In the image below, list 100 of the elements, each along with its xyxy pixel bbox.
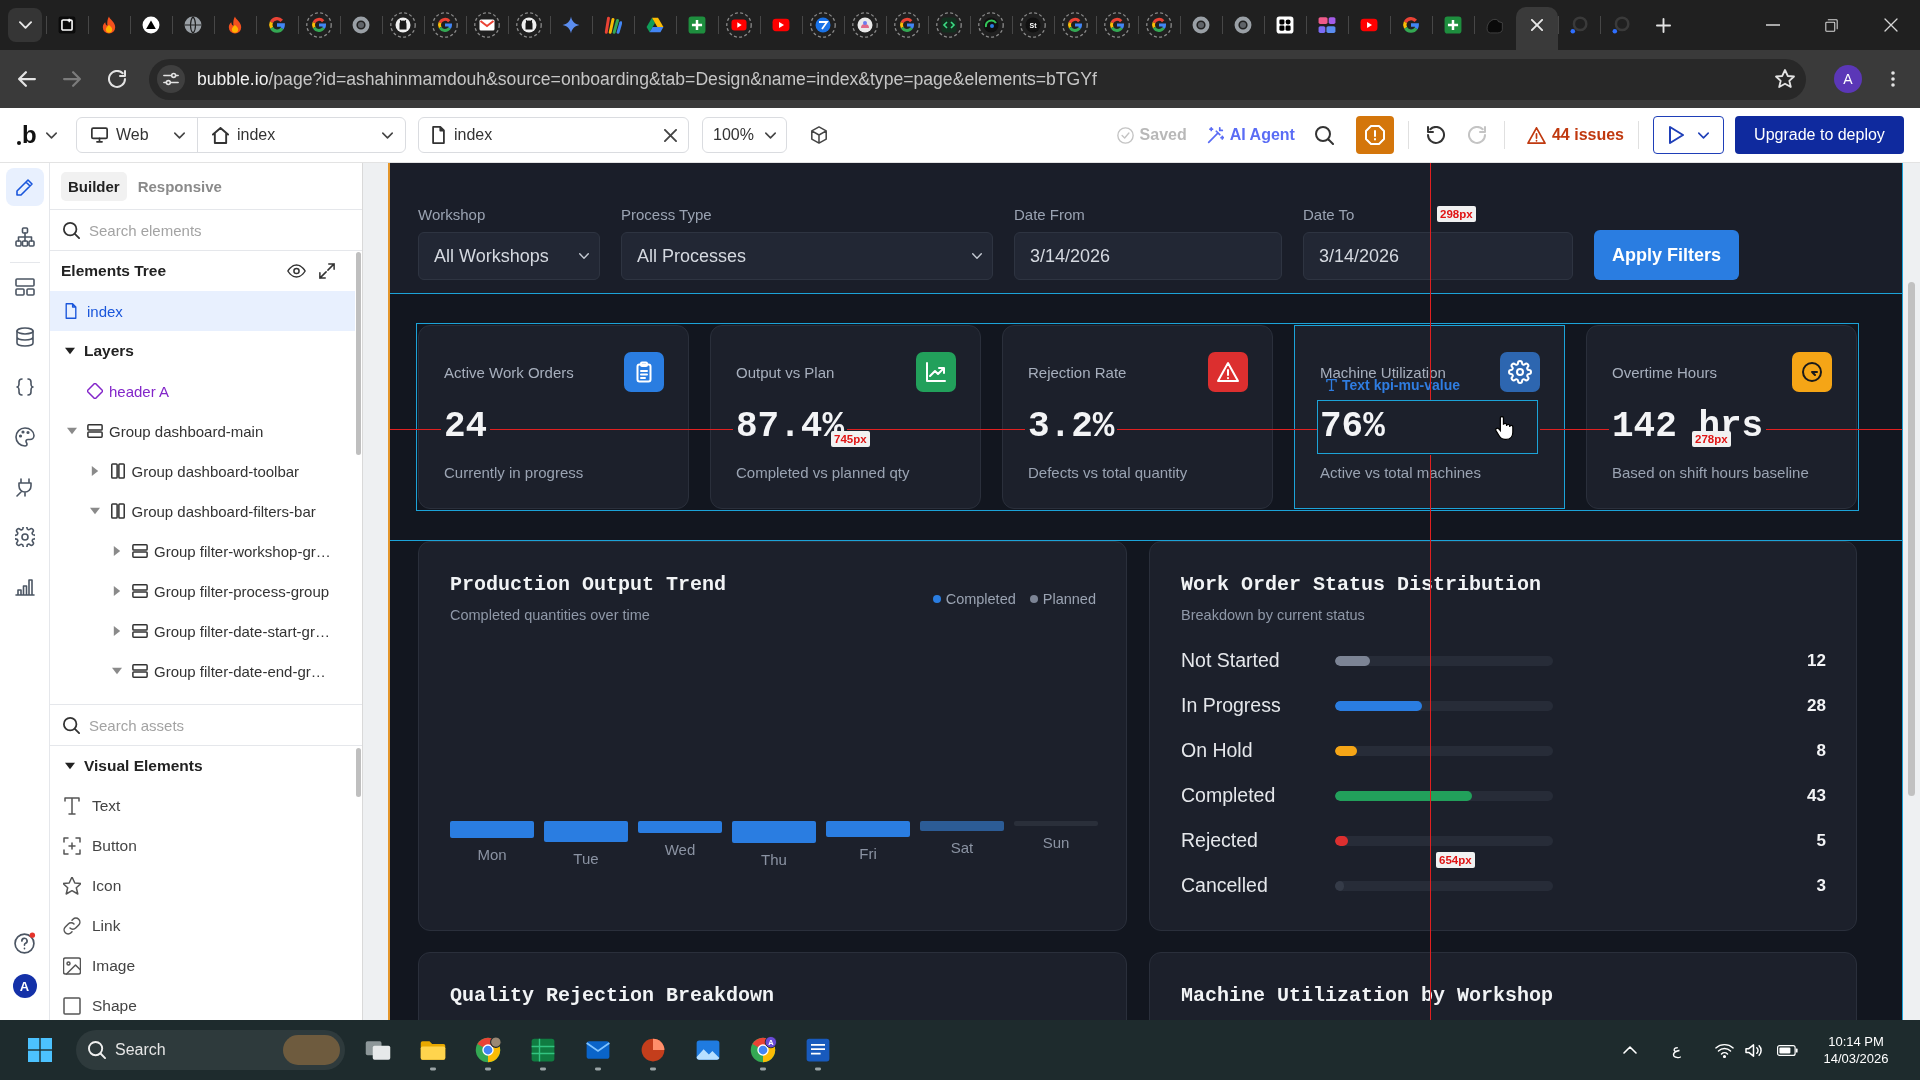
page-dropdown[interactable]: index [197,118,405,152]
rows-icon [132,623,148,639]
tree-item[interactable]: Group filter-date-start-gr… [50,611,355,651]
file-icon [431,126,446,144]
expand-icon[interactable] [319,263,335,279]
chevron-down-icon [765,131,776,139]
rows-icon [132,663,148,679]
close-icon [1883,18,1898,32]
palette-icon [14,427,35,447]
issues-button[interactable]: 44 issues [1526,126,1624,144]
asset-item[interactable]: Link [50,906,362,946]
site-info-button[interactable] [157,65,185,93]
status-count: 3 [1816,875,1826,896]
date-field[interactable]: 3/14/2026 [1303,232,1573,280]
dropdown[interactable]: All Workshops [418,232,600,280]
status-count: 28 [1807,695,1826,716]
speaker-icon[interactable] [1745,1042,1762,1058]
caret-icon[interactable] [65,761,75,771]
segmented-circle-icon[interactable] [473,1036,502,1071]
caret-icon[interactable] [65,346,75,356]
asset-item[interactable]: Icon [50,866,362,906]
plug-icon [14,477,35,497]
start-icon[interactable] [28,1038,52,1062]
star-icon[interactable] [1775,69,1795,89]
rows-icon [87,423,103,439]
clock-time[interactable]: 10:14 PM [1828,1033,1884,1050]
tree-item[interactable]: Group filter-workshop-gr… [50,531,355,571]
chevron-up-icon[interactable] [1623,1046,1638,1054]
asset-item[interactable]: Button [50,826,362,866]
arrow-left-icon [18,71,36,87]
scrollbar-thumb[interactable] [356,252,361,455]
cube-icon[interactable] [810,126,828,144]
pencil-icon [14,177,35,197]
search-field[interactable]: Search elements [89,218,289,242]
dropdown[interactable]: All Processes [621,232,993,280]
sliders-icon [163,72,179,86]
plus-frame-icon [63,837,81,855]
keyboard-language[interactable]: ع [1672,1041,1681,1059]
tree-item[interactable]: index [50,291,355,331]
link-icon [63,917,81,935]
chevron-down-icon [382,131,393,139]
preview-button[interactable] [1653,116,1724,154]
sidebar-tab[interactable] [5,168,44,206]
app-logo[interactable]: b [17,123,37,147]
search-icon[interactable] [1314,125,1334,145]
ai-agent-button[interactable]: AI Agent [1206,126,1295,144]
upgrade-button[interactable]: Upgrade to deploy [1735,116,1904,154]
settings-icon [14,527,35,547]
address-bar[interactable]: bubble.io/page?id=ashahinmamdouh&source=onboarding&tab=Design&name=index&type=page&elements=bTGYf [149,58,1806,100]
braces-icon [14,377,35,397]
kpi-caption: Currently in progress [444,464,584,482]
apply-filters-button[interactable]: Apply Filters [1594,230,1739,280]
user-avatar[interactable]: A [12,974,37,998]
kpi-caption: Defects vs total quantity [1028,464,1188,482]
asset-item[interactable]: Shape [50,986,362,1020]
platform-dropdown[interactable]: Web [77,118,197,152]
clock-date[interactable]: 14/03/2026 [1823,1050,1889,1067]
tree-item[interactable]: Group dashboard-filters-bar [50,491,355,531]
sitemap-icon [14,227,35,247]
chevron-down-icon[interactable] [45,131,57,139]
card-subtitle: Breakdown by current status [1181,606,1366,624]
tree-item[interactable]: Group filter-date-end-gr… [50,651,355,691]
zoom-dropdown[interactable]: 100% [702,117,787,153]
tree-item[interactable]: header A [50,371,355,411]
image-icon [63,957,81,975]
columns-icon [109,463,126,479]
layout-icon [14,277,35,297]
page-tab[interactable]: index [418,117,689,153]
scrollbar-thumb[interactable] [356,748,361,797]
play-icon [1668,126,1684,144]
alert-button[interactable] [1355,116,1394,154]
asset-item[interactable]: Image [50,946,362,986]
day-label: Fri [859,845,877,863]
kpi-title: Overtime Hours [1612,363,1718,381]
redo-icon [1467,126,1486,144]
wifi-icon[interactable] [1715,1042,1734,1058]
profile-avatar[interactable]: A [1834,65,1862,93]
legend-label: Completed [945,590,1016,608]
search-field[interactable]: Search assets [89,713,289,737]
close-icon[interactable] [664,128,677,142]
search-icon [63,221,80,239]
scrollbar-thumb[interactable] [1908,282,1915,796]
tree-item[interactable]: Group filter-process-group [50,571,355,611]
distance-label: 654px [1436,852,1475,868]
card-title: Quality Rejection Breakdown [450,984,776,1008]
tree-item[interactable]: Group dashboard-main [50,411,355,451]
plus-icon [1655,17,1671,33]
eye-icon[interactable] [287,264,306,278]
battery-icon[interactable] [1777,1044,1798,1056]
browser-tab[interactable] [1516,7,1558,50]
tab-search-button[interactable] [8,8,42,42]
tree-item[interactable]: Layers [50,331,355,371]
tree-item[interactable]: Group dashboard-toolbar [50,451,355,491]
chevron-down-icon [1697,131,1709,139]
date-field[interactable]: 3/14/2026 [1014,232,1282,280]
panel-tab[interactable]: Builder [61,171,127,201]
asset-item[interactable]: Text [50,786,362,826]
day-label: Sat [950,839,974,857]
magic-wand-icon [1206,126,1224,144]
search-field[interactable]: Search [76,1030,345,1070]
